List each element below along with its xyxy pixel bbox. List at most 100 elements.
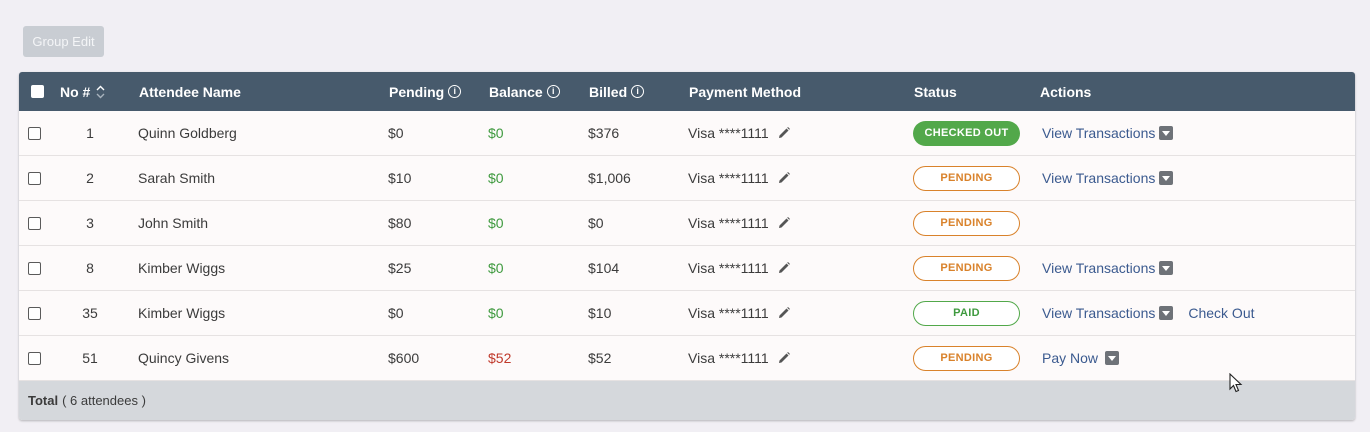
- table-footer: Total ( 6 attendees ): [19, 381, 1355, 420]
- pencil-icon[interactable]: [777, 126, 791, 140]
- column-header-no[interactable]: No #: [60, 72, 105, 111]
- payment-method-text: Visa ****1111: [688, 170, 769, 186]
- attendee-count: ( 6 attendees ): [62, 393, 146, 408]
- row-checkbox[interactable]: [28, 171, 41, 185]
- table-header: No # Attendee Name Pending i Balance i B…: [19, 72, 1355, 111]
- attendee-name: John Smith: [138, 215, 209, 231]
- actions-cell: View Transactions: [1042, 156, 1174, 200]
- balance-amount: $52: [488, 350, 512, 366]
- actions-cell: View Transactions: [1042, 111, 1174, 155]
- row-number: 2: [86, 170, 94, 186]
- balance-amount: $0: [488, 170, 504, 186]
- row-checkbox[interactable]: [28, 306, 41, 320]
- pencil-icon[interactable]: [777, 306, 791, 320]
- info-icon[interactable]: i: [546, 85, 560, 98]
- balance-amount: $0: [488, 125, 504, 141]
- billed-amount: $10: [588, 305, 612, 321]
- row-number: 3: [86, 215, 94, 231]
- caret-down-icon[interactable]: [1159, 126, 1174, 140]
- balance-amount: $0: [488, 305, 504, 321]
- payment-method-text: Visa ****1111: [688, 260, 769, 276]
- row-checkbox[interactable]: [28, 351, 41, 365]
- attendee-name: Sarah Smith: [138, 170, 216, 186]
- payment-method-text: Visa ****1111: [688, 305, 769, 321]
- actions-cell: View Transactions Check Out: [1042, 291, 1255, 335]
- attendee-name: Kimber Wiggs: [138, 305, 226, 321]
- attendee-name: Quincy Givens: [138, 350, 230, 366]
- pencil-icon[interactable]: [777, 171, 791, 185]
- payment-method-text: Visa ****1111: [688, 215, 769, 231]
- column-label-payment: Payment Method: [689, 83, 802, 100]
- column-header-status: Status: [914, 72, 957, 111]
- actions-cell: Pay Now: [1042, 336, 1120, 380]
- pending-amount: $10: [388, 170, 412, 186]
- column-label-status: Status: [914, 83, 957, 100]
- attendees-table: No # Attendee Name Pending i Balance i B…: [19, 72, 1355, 420]
- total-label: Total: [28, 393, 59, 408]
- group-edit-button[interactable]: Group Edit: [23, 26, 104, 57]
- payment-method: Visa ****1111: [688, 201, 791, 245]
- view-transactions-link[interactable]: View Transactions: [1042, 305, 1155, 321]
- table-row: 1 Quinn Goldberg $0 $0 $376 Visa ****111…: [19, 111, 1355, 156]
- attendee-name: Kimber Wiggs: [138, 260, 226, 276]
- caret-down-icon[interactable]: [1105, 351, 1120, 365]
- column-header-balance: Balance i: [489, 72, 560, 111]
- pencil-icon[interactable]: [777, 351, 791, 365]
- billed-amount: $52: [588, 350, 612, 366]
- table-row: 3 John Smith $80 $0 $0 Visa ****1111 PEN…: [19, 201, 1355, 246]
- column-label-no: No #: [60, 83, 91, 100]
- column-label-name: Attendee Name: [139, 83, 241, 100]
- billed-amount: $1,006: [588, 170, 631, 186]
- pending-amount: $25: [388, 260, 412, 276]
- pending-amount: $600: [388, 350, 420, 366]
- payment-method-text: Visa ****1111: [688, 350, 769, 366]
- caret-down-icon[interactable]: [1159, 306, 1174, 320]
- sort-icon[interactable]: [96, 85, 105, 99]
- view-transactions-link[interactable]: View Transactions: [1042, 260, 1155, 276]
- status-badge: CHECKED OUT: [913, 120, 1020, 146]
- status-badge: PENDING: [913, 255, 1020, 281]
- pending-amount: $80: [388, 215, 412, 231]
- select-all-checkbox[interactable]: [31, 85, 44, 98]
- column-header-name: Attendee Name: [139, 72, 241, 111]
- status-badge: PENDING: [913, 165, 1020, 191]
- table-row: 8 Kimber Wiggs $25 $0 $104 Visa ****1111…: [19, 246, 1355, 291]
- column-header-pending: Pending i: [389, 72, 462, 111]
- column-header-actions: Actions: [1040, 72, 1091, 111]
- row-number: 35: [82, 305, 98, 321]
- row-checkbox[interactable]: [28, 216, 41, 230]
- select-all-cell: [31, 72, 44, 111]
- column-header-billed: Billed i: [589, 72, 645, 111]
- pencil-icon[interactable]: [777, 216, 791, 230]
- payment-method: Visa ****1111: [688, 246, 791, 290]
- table-row: 35 Kimber Wiggs $0 $0 $10 Visa ****1111 …: [19, 291, 1355, 336]
- row-checkbox[interactable]: [28, 126, 41, 140]
- caret-down-icon[interactable]: [1159, 171, 1174, 185]
- view-transactions-link[interactable]: View Transactions: [1042, 170, 1155, 186]
- billed-amount: $0: [588, 215, 604, 231]
- balance-amount: $0: [488, 215, 504, 231]
- check-out-link[interactable]: Check Out: [1188, 305, 1254, 321]
- billed-amount: $376: [588, 125, 620, 141]
- info-icon[interactable]: i: [448, 85, 462, 98]
- pending-amount: $0: [388, 125, 404, 141]
- pending-amount: $0: [388, 305, 404, 321]
- row-checkbox[interactable]: [28, 261, 41, 275]
- pay-now-link[interactable]: Pay Now: [1042, 350, 1098, 366]
- balance-amount: $0: [488, 260, 504, 276]
- pencil-icon[interactable]: [777, 261, 791, 275]
- billed-amount: $104: [588, 260, 620, 276]
- caret-down-icon[interactable]: [1159, 261, 1174, 275]
- column-label-balance: Balance: [489, 83, 543, 100]
- actions-cell: View Transactions: [1042, 246, 1174, 290]
- column-label-billed: Billed: [589, 83, 628, 100]
- info-icon[interactable]: i: [631, 85, 645, 98]
- status-badge: PAID: [913, 300, 1020, 326]
- column-label-pending: Pending: [389, 83, 445, 100]
- column-label-actions: Actions: [1040, 83, 1092, 100]
- attendee-name: Quinn Goldberg: [138, 125, 237, 141]
- payment-method: Visa ****1111: [688, 111, 791, 155]
- view-transactions-link[interactable]: View Transactions: [1042, 125, 1155, 141]
- payment-method: Visa ****1111: [688, 336, 791, 380]
- table-row: 51 Quincy Givens $600 $52 $52 Visa ****1…: [19, 336, 1355, 381]
